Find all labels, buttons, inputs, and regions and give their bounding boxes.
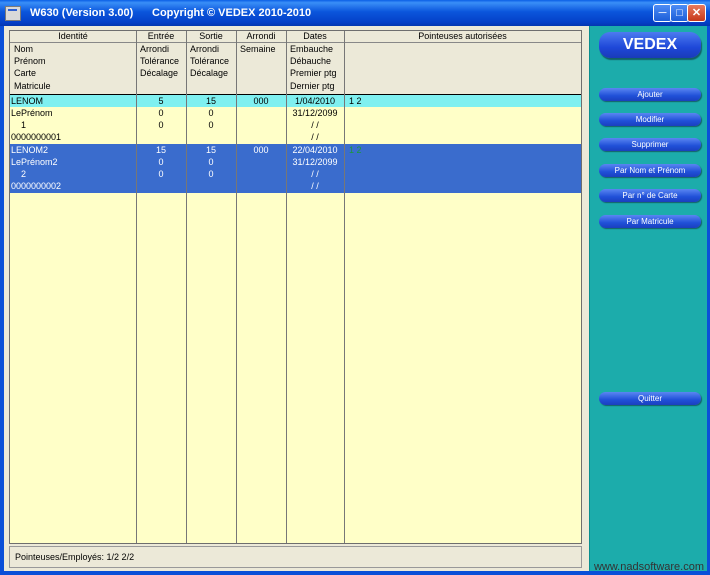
column-sub: Matricule (14, 80, 51, 91)
cell-prenom: LePrénom2 (11, 157, 58, 167)
add-button[interactable]: Ajouter (599, 88, 701, 101)
employee-table: Identité Nom Prénom Carte Matricule Entr… (9, 30, 582, 544)
close-button[interactable]: ✕ (687, 4, 706, 22)
cell-sortie-tolerance: 0 (208, 108, 214, 118)
table-row[interactable]: LENOM LePrénom 1 0000000001 5 0 0 15 0 0… (10, 95, 581, 144)
delete-button[interactable]: Supprimer (599, 138, 701, 151)
sort-by-name-button[interactable]: Par Nom et Prénom (599, 164, 701, 177)
column-entree[interactable]: Entrée Arrondi Tolérance Décalage (136, 31, 186, 94)
cell-debauche: 31/12/2099 (292, 108, 338, 118)
column-title: Dates (286, 31, 344, 43)
cell-sortie-decalage: 0 (208, 120, 214, 130)
cell-semaine: 000 (253, 96, 269, 106)
column-title: Pointeuses autorisées (344, 31, 581, 43)
cell-pointeuses: 1 2 (349, 145, 362, 155)
watermark-text: www.nadsoftware.com (593, 561, 704, 573)
column-divider (286, 31, 287, 543)
cell-entree-arrondi: 5 (158, 96, 164, 106)
table-row-selected[interactable]: LENOM2 LePrénom2 2 0000000002 15 0 0 15 … (10, 144, 581, 193)
column-title: Identité (10, 31, 136, 43)
cell-premier-ptg: / / (311, 120, 319, 130)
sort-by-card-button[interactable]: Par n° de Carte (599, 189, 701, 202)
status-text: Pointeuses/Employés: 1/2 2/2 (15, 552, 135, 562)
column-sub: Décalage (190, 68, 229, 79)
column-divider (186, 31, 187, 543)
maximize-icon: □ (676, 7, 683, 19)
column-arrondi[interactable]: Arrondi Semaine (236, 31, 286, 94)
column-title: Sortie (186, 31, 236, 43)
column-sub: Embauche (290, 44, 334, 54)
cell-embauche: 22/04/2010 (292, 145, 338, 155)
column-sub: Dernier ptg (290, 80, 335, 91)
column-sub: Décalage (140, 68, 179, 79)
status-bar: Pointeuses/Employés: 1/2 2/2 (9, 546, 582, 568)
column-title: Entrée (136, 31, 186, 43)
cell-entree-tolerance: 0 (158, 108, 164, 118)
cell-entree-decalage: 0 (158, 169, 164, 179)
sort-by-matricule-button[interactable]: Par Matricule (599, 215, 701, 228)
cell-entree-tolerance: 0 (158, 157, 164, 167)
app-icon (5, 6, 21, 21)
cell-debauche: 31/12/2099 (292, 157, 338, 167)
window-copyright: Copyright © VEDEX 2010-2010 (152, 7, 312, 19)
column-sub: Arrondi (190, 44, 220, 54)
cell-dernier-ptg: / / (311, 132, 319, 142)
cell-sortie-arrondi: 15 (205, 145, 216, 155)
column-sub: Débauche (290, 56, 332, 67)
cell-nom: LENOM (11, 96, 44, 106)
brand-logo: VEDEX (599, 32, 701, 58)
window-title: W630 (Version 3.00) (30, 7, 134, 19)
column-sub: Carte (14, 68, 37, 79)
cell-sortie-arrondi: 15 (205, 96, 216, 106)
cell-embauche: 1/04/2010 (294, 96, 336, 106)
column-sub: Premier ptg (290, 68, 337, 79)
column-sub: Arrondi (140, 44, 170, 54)
cell-carte: 1 (21, 120, 27, 130)
cell-nom: LENOM2 (11, 145, 49, 155)
cell-sortie-tolerance: 0 (208, 157, 214, 167)
cell-carte: 2 (21, 169, 27, 179)
column-sub: Tolérance (190, 56, 230, 67)
cell-matricule: 0000000002 (11, 181, 62, 191)
cell-entree-arrondi: 15 (155, 145, 166, 155)
column-divider (236, 31, 237, 543)
window-client: Identité Nom Prénom Carte Matricule Entr… (4, 26, 707, 571)
cell-semaine: 000 (253, 145, 269, 155)
cell-matricule: 0000000001 (11, 132, 62, 142)
cell-entree-decalage: 0 (158, 120, 164, 130)
title-bar: W630 (Version 3.00) Copyright © VEDEX 20… (0, 0, 710, 26)
column-divider (344, 31, 345, 543)
quit-button[interactable]: Quitter (599, 392, 701, 405)
column-sub: Prénom (14, 56, 46, 67)
edit-button[interactable]: Modifier (599, 113, 701, 126)
column-title: Arrondi (236, 31, 286, 43)
column-sub: Tolérance (140, 56, 180, 67)
cell-prenom: LePrénom (11, 108, 53, 118)
close-icon: ✕ (691, 7, 702, 19)
minimize-icon: ─ (658, 7, 667, 19)
column-identite[interactable]: Identité Nom Prénom Carte Matricule (10, 31, 136, 94)
column-divider (136, 31, 137, 543)
column-sub: Semaine (240, 44, 276, 54)
sidebar: VEDEX Ajouter Modifier Supprimer Par Nom… (589, 26, 707, 571)
column-dates[interactable]: Dates Embauche Débauche Premier ptg Dern… (286, 31, 344, 94)
column-sub: Nom (14, 44, 34, 54)
cell-premier-ptg: / / (311, 169, 319, 179)
column-sortie[interactable]: Sortie Arrondi Tolérance Décalage (186, 31, 236, 94)
column-pointeuses[interactable]: Pointeuses autorisées (344, 31, 581, 94)
window-frame: Identité Nom Prénom Carte Matricule Entr… (0, 26, 710, 575)
cell-dernier-ptg: / / (311, 181, 319, 191)
table-header: Identité Nom Prénom Carte Matricule Entr… (10, 31, 581, 95)
cell-pointeuses: 1 2 (349, 96, 362, 106)
cell-sortie-decalage: 0 (208, 169, 214, 179)
